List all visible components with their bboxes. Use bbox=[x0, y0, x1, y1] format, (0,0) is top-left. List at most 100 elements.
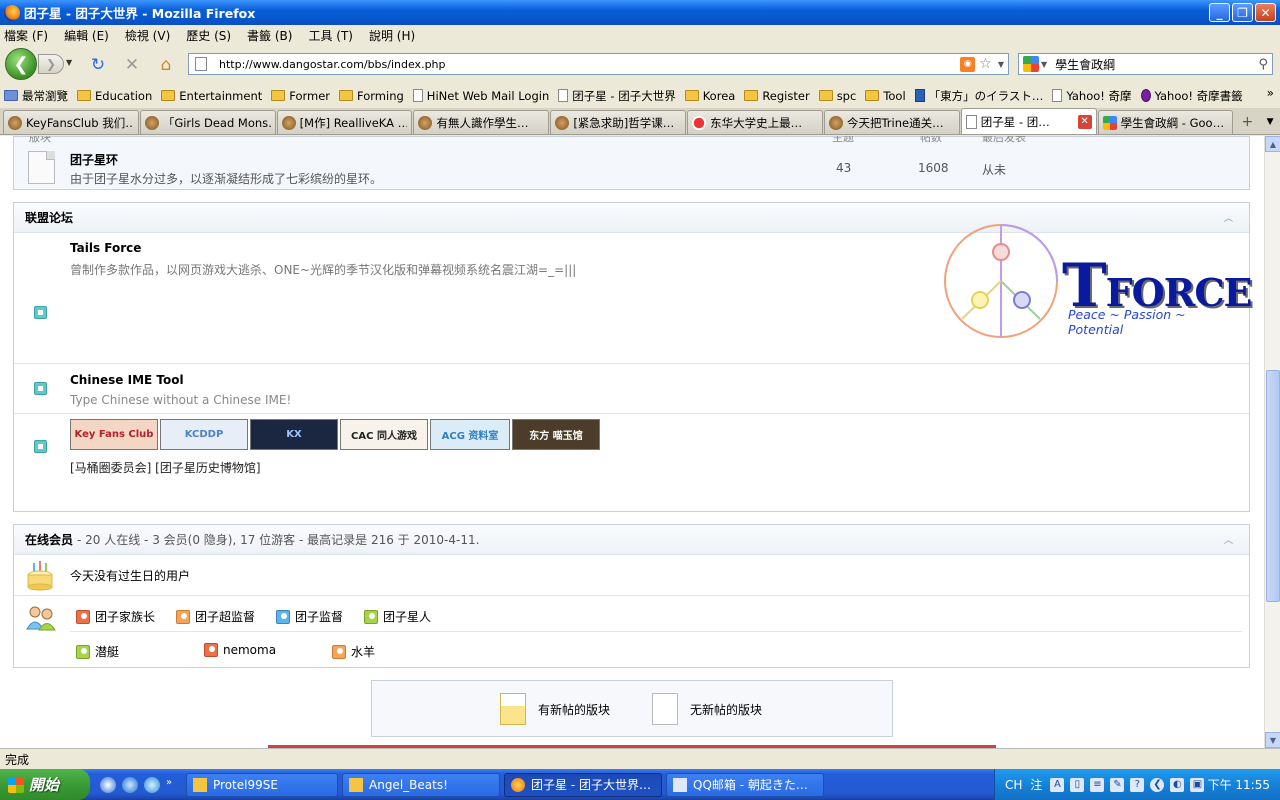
taskbar-item[interactable]: Protel99SE bbox=[186, 772, 338, 797]
media-player-icon[interactable] bbox=[100, 776, 116, 793]
url-dropdown-icon[interactable]: ▼ bbox=[998, 60, 1004, 69]
bookmark-item[interactable]: 最常瀏覽 bbox=[4, 88, 68, 104]
tab[interactable]: KeyFansClub 我们… bbox=[3, 110, 139, 134]
home-link-icon[interactable] bbox=[34, 440, 47, 453]
tab[interactable]: 有無人識作學生… bbox=[413, 110, 550, 134]
ime-layout-icon[interactable]: ▯ bbox=[1070, 777, 1085, 792]
chevron-right-icon[interactable]: » bbox=[1267, 86, 1274, 100]
online-user-link[interactable]: nemoma bbox=[204, 643, 276, 657]
alliance-text-links[interactable]: [马桶圈委员会] [团子星历史博物馆] bbox=[70, 459, 261, 476]
role-legend-item[interactable]: 团子监督 bbox=[276, 608, 343, 625]
new-tab-button[interactable]: + bbox=[1234, 110, 1260, 134]
bookmark-star-icon[interactable]: ☆ bbox=[979, 56, 992, 72]
rss-feed-icon[interactable]: ◉ bbox=[960, 56, 976, 72]
reload-icon[interactable]: ↻ bbox=[88, 55, 108, 75]
role-legend-item[interactable]: 团子星人 bbox=[364, 608, 431, 625]
minimize-button[interactable]: _ bbox=[1209, 3, 1230, 22]
internet-explorer-icon[interactable] bbox=[122, 776, 138, 793]
ime-mode[interactable]: 注 bbox=[1030, 776, 1042, 793]
tab[interactable]: [紧急求助]哲学课… bbox=[550, 110, 687, 134]
collapse-tray-icon[interactable]: ❮ bbox=[1150, 777, 1165, 792]
forum-title-link[interactable]: 团子星环 bbox=[70, 151, 118, 168]
scroll-up-icon[interactable]: ▲ bbox=[1265, 136, 1280, 152]
collapse-icon[interactable]: ︿ bbox=[1224, 533, 1233, 546]
bookmark-item[interactable]: Tool bbox=[865, 89, 906, 103]
vertical-scrollbar[interactable]: ▲ ▼ bbox=[1264, 136, 1280, 748]
tab-list-dropdown-icon[interactable]: ▼ bbox=[1260, 110, 1280, 134]
volume-icon[interactable]: ▣ bbox=[1190, 777, 1205, 792]
search-bar[interactable]: ▼ 學生會政綱 ⚲ bbox=[1018, 53, 1273, 75]
pen-icon[interactable]: ✎ bbox=[1110, 777, 1125, 792]
online-user-link[interactable]: 潜艇 bbox=[76, 643, 119, 660]
ime-a-icon[interactable]: A bbox=[1050, 777, 1065, 792]
taskbar-item[interactable]: QQ邮箱 - 朝起きた… bbox=[666, 772, 824, 797]
tab[interactable]: 「Girls Dead Mons… bbox=[139, 110, 276, 134]
search-engine-dropdown-icon[interactable]: ▼ bbox=[1041, 60, 1047, 69]
tab[interactable]: 學生會政綱 - Goo… bbox=[1097, 110, 1234, 134]
url-bar[interactable]: http://www.dangostar.com/bbs/index.php ◉… bbox=[188, 53, 1009, 75]
bookmark-item[interactable]: Entertainment bbox=[161, 89, 262, 103]
forward-button[interactable]: ❯ bbox=[38, 54, 64, 74]
start-button[interactable]: 開始 bbox=[0, 769, 90, 800]
menu-help[interactable]: 說明 (H) bbox=[369, 27, 415, 44]
alliance-title-link[interactable]: Chinese IME Tool bbox=[70, 373, 184, 387]
banner-acg[interactable]: ACG 资料室 bbox=[430, 419, 510, 450]
search-input[interactable]: 學生會政綱 bbox=[1055, 56, 1115, 73]
chevron-right-icon[interactable]: » bbox=[166, 777, 174, 793]
history-dropdown-icon[interactable]: ▼ bbox=[66, 58, 72, 67]
bookmark-item[interactable]: 「東方」のイラスト… bbox=[914, 88, 1043, 104]
bookmark-item[interactable]: 团子星 - 团子大世界 bbox=[558, 88, 676, 104]
stop-icon[interactable]: ✕ bbox=[122, 55, 142, 75]
bookmark-item[interactable]: Korea bbox=[684, 89, 735, 103]
taskbar-item-active[interactable]: 团子星 - 团子大世界… bbox=[504, 772, 662, 797]
home-link-icon[interactable] bbox=[34, 382, 47, 395]
back-button[interactable]: ❮ bbox=[5, 48, 37, 80]
role-legend-item[interactable]: 团子家族长 bbox=[76, 608, 155, 625]
role-legend-item[interactable]: 团子超监督 bbox=[176, 608, 255, 625]
tab[interactable]: 东华大学史上最… bbox=[687, 110, 823, 134]
bookmark-item[interactable]: Register bbox=[744, 89, 810, 103]
tab-active[interactable]: 团子星 - 团… ✕ bbox=[960, 108, 1097, 134]
url-text[interactable]: http://www.dangostar.com/bbs/index.php bbox=[219, 58, 960, 71]
bookmark-item[interactable]: spc bbox=[818, 89, 856, 103]
menu-edit[interactable]: 編輯 (E) bbox=[64, 27, 109, 44]
ie-icon[interactable] bbox=[144, 776, 160, 793]
online-user-link[interactable]: 水羊 bbox=[332, 643, 375, 660]
bookmark-item[interactable]: Yahoo! 奇摩 bbox=[1052, 88, 1132, 104]
menu-view[interactable]: 檢視 (V) bbox=[125, 27, 170, 44]
bookmark-item[interactable]: HiNet Web Mail Login bbox=[412, 89, 549, 103]
close-button[interactable]: ✕ bbox=[1255, 3, 1276, 22]
taskbar-item[interactable]: Angel_Beats! bbox=[342, 772, 500, 797]
maximize-button[interactable]: ❐ bbox=[1232, 3, 1253, 22]
bookmark-item[interactable]: Forming bbox=[339, 89, 404, 103]
clock[interactable]: 下午 11:55 bbox=[1208, 776, 1270, 793]
menu-bookmarks[interactable]: 書籤 (B) bbox=[247, 27, 292, 44]
ime-language[interactable]: CH bbox=[1005, 778, 1022, 792]
tab[interactable]: [M作] RealliveKA … bbox=[276, 110, 413, 134]
bookmark-item[interactable]: Former bbox=[271, 89, 330, 103]
tab[interactable]: 今天把Trine通关… bbox=[823, 110, 960, 134]
menu-tools[interactable]: 工具 (T) bbox=[308, 27, 353, 44]
scroll-down-icon[interactable]: ▼ bbox=[1265, 732, 1280, 748]
banner-keyfans[interactable]: Key Fans Club bbox=[70, 419, 158, 450]
menu-history[interactable]: 歷史 (S) bbox=[186, 27, 231, 44]
google-icon[interactable] bbox=[1023, 56, 1039, 72]
alliance-title-link[interactable]: Tails Force bbox=[70, 241, 141, 255]
network-icon[interactable]: ◐ bbox=[1170, 777, 1185, 792]
banner-touhou[interactable]: 东方 喵玉馆 bbox=[512, 419, 600, 450]
banner-cac[interactable]: CAC 同人游戏 bbox=[340, 419, 428, 450]
home-icon[interactable]: ⌂ bbox=[156, 55, 176, 75]
bookmark-item[interactable]: Yahoo! 奇摩書籤 bbox=[1140, 88, 1243, 104]
search-icon[interactable]: ⚲ bbox=[1258, 57, 1268, 72]
home-link-icon[interactable] bbox=[34, 306, 47, 319]
scrollbar-thumb[interactable] bbox=[1266, 370, 1280, 602]
bookmark-item[interactable]: Education bbox=[77, 89, 152, 103]
keyboard-icon[interactable]: ≡ bbox=[1090, 777, 1105, 792]
close-tab-icon[interactable]: ✕ bbox=[1077, 114, 1092, 129]
window-titlebar[interactable]: 团子星 - 团子大世界 - Mozilla Firefox _ ❐ ✕ bbox=[0, 0, 1280, 25]
banner-kcddp[interactable]: KCDDP bbox=[160, 419, 248, 450]
menu-file[interactable]: 檔案 (F) bbox=[4, 27, 48, 44]
banner-kx[interactable]: KX bbox=[250, 419, 338, 450]
help-icon[interactable]: ? bbox=[1130, 777, 1145, 792]
tforce-logo[interactable]: TFORCE Peace ~ Passion ~ Potential bbox=[944, 221, 1253, 343]
